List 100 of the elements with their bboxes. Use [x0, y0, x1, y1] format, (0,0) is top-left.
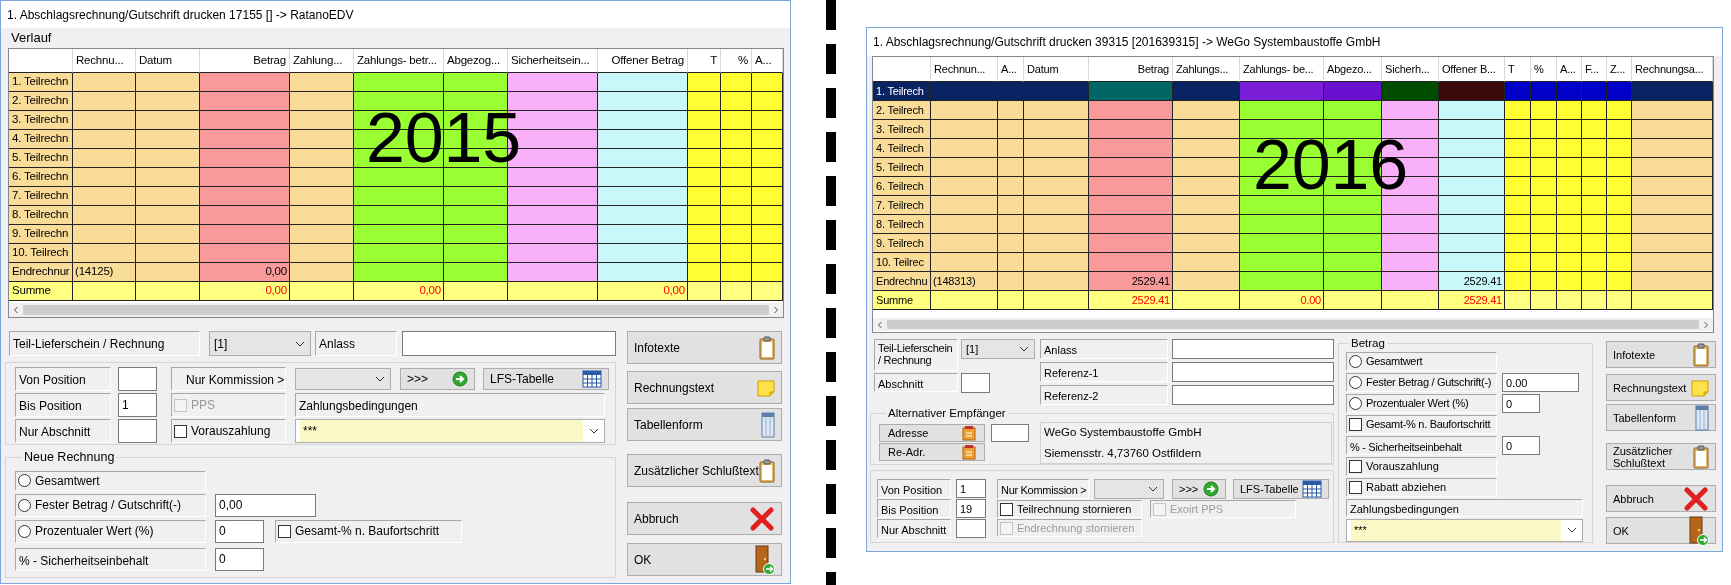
row-header[interactable]: 6. Teilrechn: [9, 168, 73, 187]
arrow-right-icon[interactable]: [772, 306, 780, 314]
door-icon: [753, 544, 775, 575]
row-header[interactable]: 10. Teilrec: [873, 253, 931, 272]
input-field[interactable]: [402, 331, 616, 356]
row-header[interactable]: Endrechnur: [9, 263, 73, 282]
table-cell: [1382, 291, 1439, 310]
radio-button[interactable]: Gesamtwert: [15, 470, 206, 491]
table-cell: [290, 282, 354, 301]
address-line: WeGo Systembaustoffe GmbH: [1044, 425, 1203, 441]
arrow-circle-icon: [452, 371, 468, 387]
radio-button[interactable]: Fester Betrag / Gutschrift(-): [15, 493, 206, 517]
readdress-button[interactable]: Re-Adr.: [879, 443, 985, 462]
table-cell: [998, 291, 1024, 310]
ok-button[interactable]: OK: [627, 543, 782, 576]
input-field[interactable]: 19: [956, 499, 986, 518]
row-header[interactable]: 1. Teilrechn: [9, 73, 73, 92]
checkbox[interactable]: Gesamt-% n. Baufortschritt: [275, 519, 462, 543]
input-field[interactable]: [991, 424, 1029, 443]
radio-button[interactable]: Prozentualer Wert (%): [15, 519, 206, 543]
go-button[interactable]: >>>: [400, 368, 475, 390]
row-header[interactable]: 5. Teilrechn: [9, 149, 73, 168]
closing-text-button[interactable]: Zusätzlicher Schlußtext: [627, 454, 782, 487]
field-label: Anlass: [315, 331, 397, 356]
input-field[interactable]: [1172, 362, 1334, 382]
table-icon: [761, 411, 775, 438]
arrow-left-icon[interactable]: [12, 306, 20, 314]
row-header[interactable]: 9. Teilrech: [873, 234, 931, 253]
row-header[interactable]: 8. Teilrech: [873, 215, 931, 234]
chevron-down-icon: [1019, 346, 1029, 352]
go-button[interactable]: >>>: [1172, 479, 1226, 499]
lfs-table-button[interactable]: LFS-Tabelle: [1233, 479, 1329, 499]
input-field[interactable]: 0,00: [215, 493, 316, 517]
table-cell: [721, 282, 752, 301]
dropdown[interactable]: ***: [1346, 518, 1583, 542]
cancel-button[interactable]: Abbruch: [1606, 485, 1716, 512]
dropdown[interactable]: [1]: [209, 331, 311, 356]
input-field[interactable]: 0: [1502, 436, 1540, 456]
radio-button[interactable]: Gesamtwert: [1346, 352, 1497, 372]
row-header[interactable]: 4. Teilrech: [873, 139, 931, 158]
row-header[interactable]: 10. Teilrech: [9, 244, 73, 263]
arrow-circle-icon: [1203, 481, 1219, 497]
row-header[interactable]: 1. Teilrech: [873, 82, 931, 101]
radio-button[interactable]: Fester Betrag / Gutschrift(-): [1346, 373, 1497, 393]
row-header[interactable]: Summe: [873, 291, 931, 310]
input-field[interactable]: [956, 519, 986, 538]
input-field[interactable]: [961, 373, 990, 393]
input-field[interactable]: [1172, 385, 1334, 405]
arrow-right-icon[interactable]: [1702, 320, 1710, 329]
arrow-left-icon[interactable]: [876, 320, 884, 329]
row-header[interactable]: 7. Teilrechn: [9, 187, 73, 206]
info-texts-button[interactable]: Infotexte: [1606, 341, 1716, 368]
row-header[interactable]: 6. Teilrech: [873, 177, 931, 196]
row-header[interactable]: 2. Teilrech: [873, 101, 931, 120]
address-button[interactable]: Adresse: [879, 424, 985, 443]
ok-button[interactable]: OK: [1606, 517, 1716, 544]
row-header[interactable]: 4. Teilrechn: [9, 130, 73, 149]
row-header[interactable]: 9. Teilrechn: [9, 225, 73, 244]
horizontal-scrollbar[interactable]: [9, 303, 783, 317]
row-header[interactable]: 5. Teilrech: [873, 158, 931, 177]
horizontal-scrollbar[interactable]: [873, 318, 1713, 331]
input-field[interactable]: [118, 367, 157, 391]
dropdown[interactable]: [1]: [961, 339, 1035, 359]
table-cell: [752, 282, 783, 301]
radio-button[interactable]: Prozentualer Wert (%): [1346, 394, 1497, 414]
cancel-button[interactable]: Abbruch: [627, 502, 782, 535]
field-label: Teil-Lieferschein / Rechnung: [9, 331, 200, 356]
input-field[interactable]: [118, 419, 157, 443]
group-title: Alternativer Empfänger: [887, 406, 1007, 421]
table-cell: [1173, 291, 1240, 310]
checkbox[interactable]: Vorauszahlung: [1346, 457, 1497, 476]
table-form-button[interactable]: Tabellenform: [1606, 404, 1716, 431]
dropdown[interactable]: ***: [295, 419, 605, 443]
input-field[interactable]: 1: [956, 479, 986, 498]
row-header[interactable]: 3. Teilrech: [873, 120, 931, 139]
field-label: Von Position: [877, 479, 951, 498]
field-label: Von Position: [15, 367, 111, 391]
info-texts-button[interactable]: Infotexte: [627, 331, 782, 364]
row-header[interactable]: 3. Teilrechn: [9, 111, 73, 130]
closing-text-button[interactable]: Zusätzlicher Schlußtext: [1606, 443, 1716, 470]
invoice-text-button[interactable]: Rechnungstext: [627, 371, 782, 404]
input-field[interactable]: 0.00: [1502, 373, 1579, 393]
table-form-button[interactable]: Tabellenform: [627, 408, 782, 441]
lfs-table-button[interactable]: LFS-Tabelle: [483, 368, 609, 390]
row-header[interactable]: Endrechnu: [873, 272, 931, 291]
invoice-text-button[interactable]: Rechnungstext: [1606, 374, 1716, 401]
checkbox[interactable]: Gesamt-% n. Baufortschritt: [1346, 415, 1497, 435]
input-field[interactable]: 0: [215, 519, 264, 543]
chevron-down-icon: [589, 428, 599, 434]
row-header[interactable]: 2. Teilrechn: [9, 92, 73, 111]
checkbox[interactable]: Vorauszahlung: [171, 419, 286, 443]
row-header[interactable]: 7. Teilrech: [873, 196, 931, 215]
checkbox[interactable]: Rabatt abziehen: [1346, 478, 1497, 497]
input-field[interactable]: 1: [118, 393, 157, 417]
row-header[interactable]: 8. Teilrechn: [9, 206, 73, 225]
input-field[interactable]: [1172, 339, 1334, 359]
checkbox[interactable]: Teilrechnung stornieren: [997, 500, 1142, 518]
input-field[interactable]: 0: [1502, 394, 1540, 414]
row-header[interactable]: Summe: [9, 282, 73, 301]
input-field[interactable]: 0: [215, 547, 264, 571]
